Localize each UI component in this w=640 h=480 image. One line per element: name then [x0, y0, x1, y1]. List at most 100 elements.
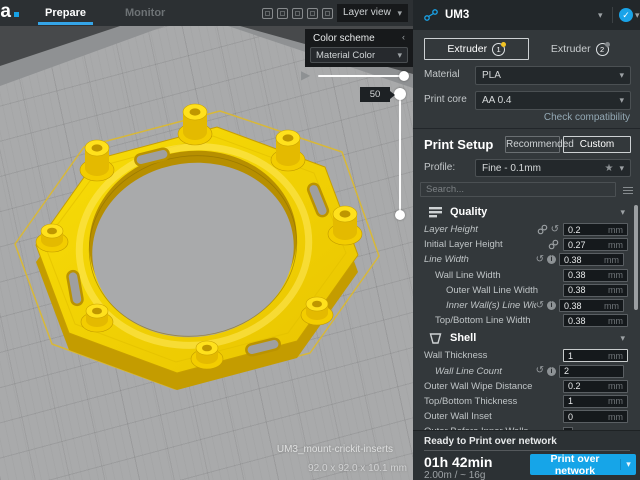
recommended-mode-button[interactable]: Recommended	[505, 136, 560, 153]
layer-slider[interactable]	[399, 88, 401, 216]
chevron-down-icon: ▾	[620, 334, 625, 343]
logo-dot-icon	[14, 12, 19, 17]
section-header-shell[interactable]: Shell▾	[413, 328, 633, 348]
setting-label: Initial Layer Height	[424, 239, 548, 250]
tab-monitor[interactable]: Monitor	[125, 0, 165, 26]
extruder-1-tab[interactable]: Extruder 1	[424, 38, 529, 60]
setting-value-input[interactable]: 0.38mm	[563, 269, 628, 282]
material-label: Material	[424, 69, 460, 80]
cura-logo: ra	[0, 1, 19, 23]
setting-label: Line Width	[424, 254, 536, 265]
printed-model[interactable]	[15, 104, 379, 390]
tab-prepare[interactable]: Prepare	[45, 0, 86, 26]
extruder-1-number: 1	[492, 43, 505, 56]
setting-row: Wall Line Count↺i2	[413, 364, 633, 379]
chevron-down-icon: ▾	[620, 459, 636, 470]
view-tool-icon[interactable]	[262, 8, 273, 19]
settings-search-input[interactable]: Search...	[420, 182, 616, 197]
configuration-ok-icon[interactable]: ✓	[619, 8, 633, 22]
collapse-panel-icon[interactable]: ‹	[402, 33, 405, 44]
color-scheme-dropdown[interactable]: Material Color▾	[310, 47, 408, 63]
profile-dropdown[interactable]: Fine - 0.1mm ★ ▾	[475, 159, 631, 177]
setting-value-input[interactable]: 2	[559, 365, 624, 378]
star-icon[interactable]: ★	[605, 163, 614, 174]
setting-value-input[interactable]: 0.2mm	[563, 223, 628, 236]
view-mode-dropdown[interactable]: Layer view▾	[337, 4, 408, 22]
revert-icon[interactable]: ↺	[536, 366, 544, 376]
settings-filter-icon[interactable]	[623, 185, 633, 194]
setting-row: Line Width↺i0.38mm	[413, 252, 633, 267]
print-time: 01h 42min	[424, 454, 492, 470]
cura-window: ra Prepare Monitor Layer view▾ Color sch…	[0, 0, 640, 480]
layer-slider-top-handle[interactable]	[394, 88, 406, 100]
setting-value-input[interactable]: 0.38mm	[563, 284, 628, 297]
section-header-quality[interactable]: Quality▾	[413, 202, 633, 222]
setting-row: Wall Thickness 1mm	[413, 348, 633, 363]
setting-value-input[interactable]: 1mm	[563, 395, 628, 408]
material-usage: 2.00m / ~ 16g	[424, 470, 485, 480]
color-scheme-panel: Color scheme ‹ Material Color▾	[305, 29, 413, 67]
check-compatibility-link[interactable]: Check compatibility	[544, 112, 630, 123]
model-canvas	[0, 0, 413, 480]
setting-row: Outer Wall Line Width0.38mm	[413, 283, 633, 298]
revert-icon[interactable]: ↺	[536, 301, 544, 311]
custom-mode-button[interactable]: Custom	[563, 136, 631, 153]
profile-label: Profile:	[424, 162, 455, 173]
settings-panel: UM3 ▾ ✓ ▾ Extruder 1 Extruder 2 Material	[413, 0, 640, 480]
view-tool-icon[interactable]	[322, 8, 333, 19]
top-bar: ra Prepare Monitor Layer view▾	[0, 0, 413, 26]
setting-row: Wall Line Width0.38mm	[413, 268, 633, 283]
setting-row: Outer Wall Wipe Distance0.2mm	[413, 379, 633, 394]
print-core-dropdown[interactable]: AA 0.4▾	[475, 91, 631, 110]
setting-value-input[interactable]: 0.38mm	[559, 253, 624, 266]
path-slider-handle[interactable]	[399, 71, 409, 81]
setting-value-input[interactable]: 0.38mm	[559, 299, 624, 312]
info-icon[interactable]: i	[547, 367, 556, 376]
setting-value-input[interactable]: 1mm	[563, 349, 628, 362]
info-icon[interactable]: i	[547, 301, 556, 310]
chevron-down-icon: ▾	[397, 9, 402, 18]
print-setup-title: Print Setup	[424, 137, 493, 152]
chevron-down-icon: ▾	[619, 71, 624, 80]
extruder-tabs: Extruder 1 Extruder 2	[424, 38, 631, 60]
model-name-label: UM3_mount-crickit-inserts	[277, 444, 393, 455]
layer-number-badge: 50	[360, 87, 390, 102]
simulation-play-icon[interactable]: ▶	[301, 68, 310, 82]
model-dimensions-label: 92.0 x 92.0 x 10.1 mm	[308, 463, 407, 474]
3d-viewport[interactable]: ra Prepare Monitor Layer view▾ Color sch…	[0, 0, 413, 480]
view-tool-icon[interactable]	[307, 8, 318, 19]
chevron-down-icon: ▾	[619, 96, 624, 105]
setting-value-input[interactable]: 0.2mm	[563, 380, 628, 393]
print-over-network-button[interactable]: Print over network ▾	[530, 454, 636, 475]
print-core-row: Print core AA 0.4▾	[424, 91, 631, 110]
setting-row: Outer Wall Inset0mm	[413, 409, 633, 424]
view-tool-icon[interactable]	[292, 8, 303, 19]
link-icon[interactable]	[537, 224, 548, 235]
setting-label: Wall Thickness	[424, 350, 559, 361]
link-icon[interactable]	[548, 239, 559, 250]
view-tool-icon[interactable]	[277, 8, 288, 19]
setting-value-input[interactable]: 0.38mm	[563, 314, 628, 327]
material-dropdown[interactable]: PLA▾	[475, 66, 631, 85]
info-icon[interactable]: i	[547, 255, 556, 264]
setting-value-input[interactable]: 0.27mm	[563, 238, 628, 251]
layer-slider-bottom-handle[interactable]	[395, 210, 405, 220]
revert-icon[interactable]: ↺	[551, 225, 559, 235]
divider	[413, 128, 640, 129]
chevron-down-icon: ▾	[620, 208, 625, 217]
machine-selector-bar[interactable]: UM3 ▾ ✓ ▾	[413, 0, 640, 30]
print-summary-footer: Ready to Print over network 01h 42min 2.…	[413, 430, 640, 480]
setting-value-input[interactable]: 0mm	[563, 410, 628, 423]
settings-scrollbar[interactable]	[634, 205, 638, 310]
chevron-down-icon[interactable]: ▾	[598, 11, 603, 20]
chevron-down-icon[interactable]: ▾	[635, 11, 640, 20]
chevron-down-icon: ▾	[619, 164, 624, 173]
extruder-2-tab[interactable]: Extruder 2	[529, 38, 632, 60]
setting-label: Layer Height	[424, 224, 537, 235]
revert-icon[interactable]: ↺	[536, 255, 544, 265]
setting-label: Top/Bottom Thickness	[424, 396, 559, 407]
setting-row: Top/Bottom Thickness 1mm	[413, 394, 633, 409]
path-slider[interactable]	[318, 75, 404, 77]
setting-label: Top/Bottom Line Width	[424, 315, 559, 326]
print-core-label: Print core	[424, 94, 467, 105]
